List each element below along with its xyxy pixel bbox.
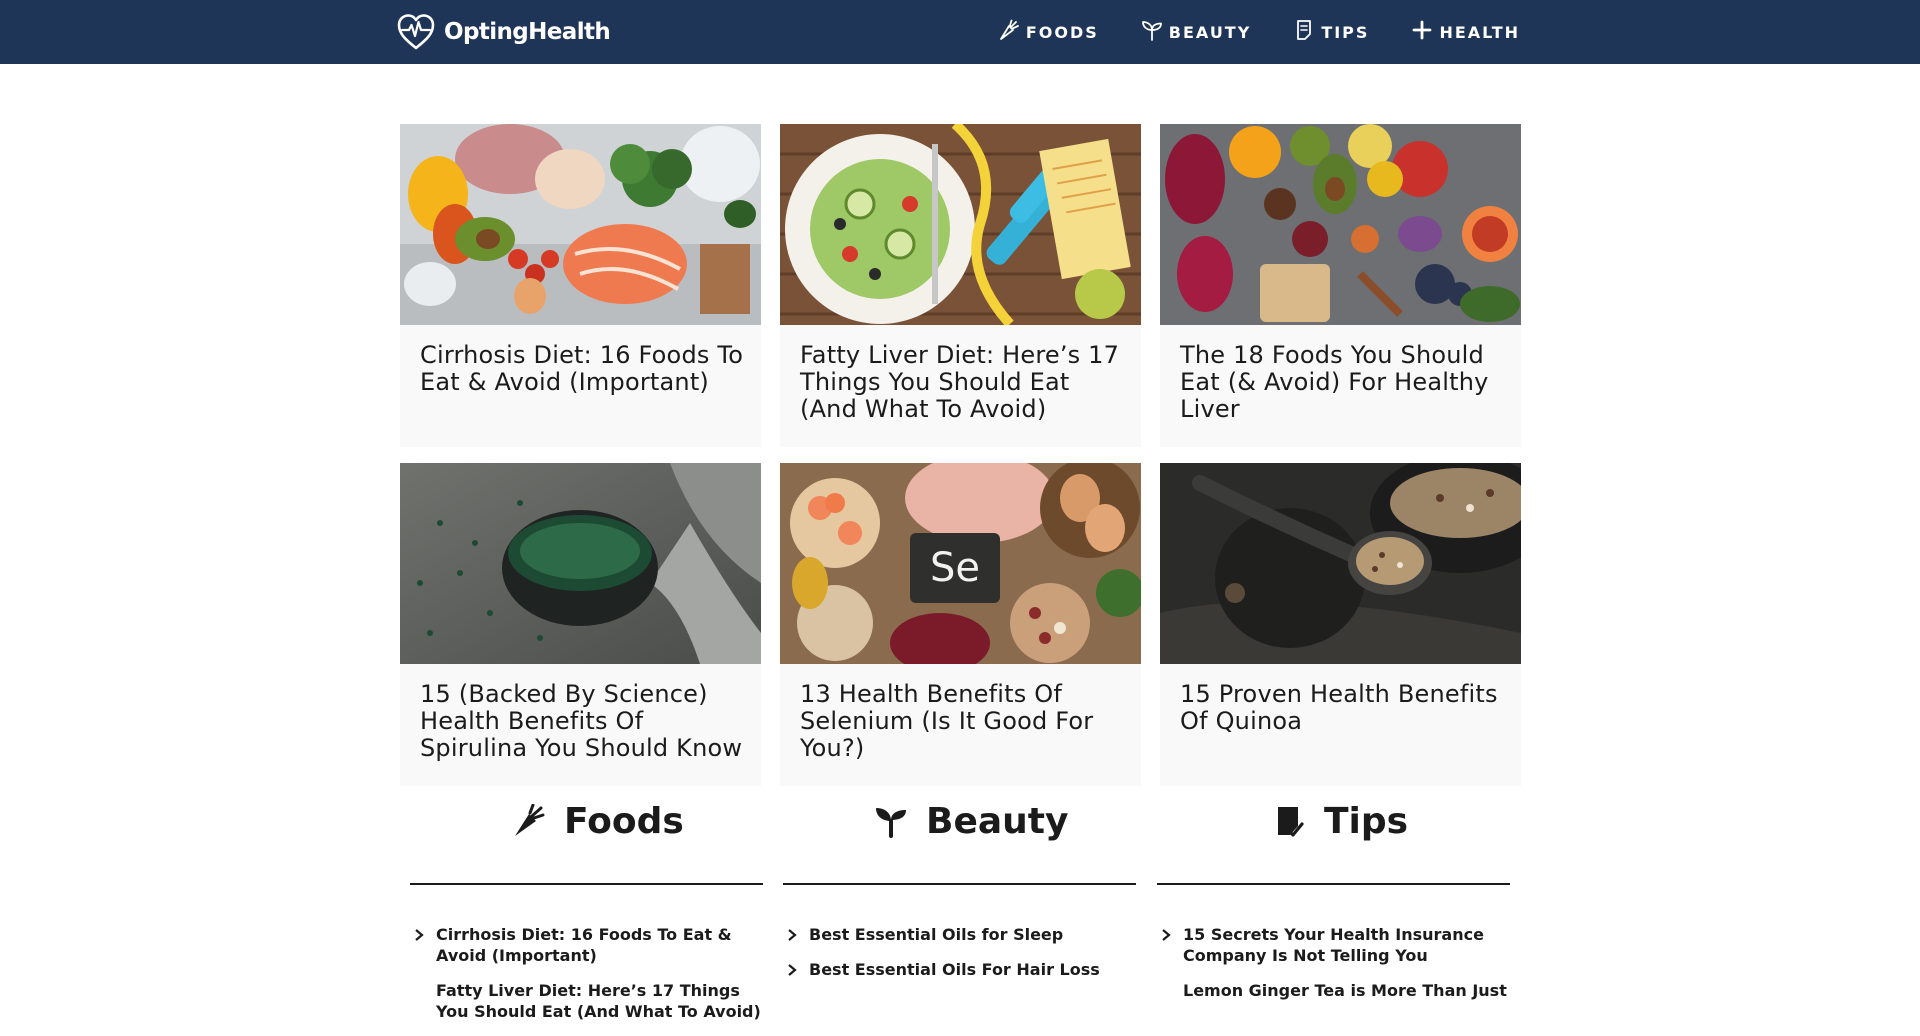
nav-label-health: HEALTH xyxy=(1439,22,1520,42)
nav-label-foods: FOODS xyxy=(1025,22,1099,42)
category-link-text: Cirrhosis Diet: 16 Foods To Eat & Avoid … xyxy=(436,925,732,965)
category-heading-beauty[interactable]: Beauty xyxy=(874,796,1068,846)
nav-item-health[interactable]: HEALTH xyxy=(1411,14,1520,46)
quinoa-spoon-photo xyxy=(1160,463,1521,664)
nav-item-foods[interactable]: FOODS xyxy=(998,14,1099,46)
category-link[interactable]: Best Essential Oils for Sleep xyxy=(783,924,1136,945)
category-list-beauty: Best Essential Oils for Sleep Best Essen… xyxy=(783,924,1136,994)
category-link-text: Lemon Ginger Tea is More Than Just xyxy=(1183,981,1507,1000)
card-title: 15 Proven Health Benefits Of Quinoa xyxy=(1180,680,1498,735)
category-link-text: Best Essential Oils for Sleep xyxy=(809,925,1064,944)
article-card[interactable]: Cirrhosis Diet: 16 Foods To Eat & Avoid … xyxy=(400,124,761,447)
brand-name: OptingHealth xyxy=(444,19,611,45)
plus-icon xyxy=(1413,20,1432,40)
food-spread-photo xyxy=(400,124,761,325)
card-title: Cirrhosis Diet: 16 Foods To Eat & Avoid … xyxy=(420,341,744,396)
category-link[interactable]: Fatty Liver Diet: Here’s 17 Things You S… xyxy=(410,980,763,1022)
article-card[interactable]: 15 Proven Health Benefits Of Quinoa xyxy=(1160,463,1521,786)
category-divider xyxy=(1157,883,1510,885)
salad-dumbbell-photo xyxy=(780,124,1141,325)
category-title-tips: Tips xyxy=(1324,800,1409,842)
nav-item-beauty[interactable]: BEAUTY xyxy=(1141,14,1252,46)
category-link-text: 15 Secrets Your Health Insurance Company… xyxy=(1183,925,1484,965)
category-link[interactable]: Cirrhosis Diet: 16 Foods To Eat & Avoid … xyxy=(410,924,763,966)
chevron-right-icon xyxy=(788,929,797,941)
selenium-foods-photo: Se xyxy=(780,463,1141,664)
site-logo[interactable]: OptingHealth xyxy=(396,13,611,51)
category-link-text: Best Essential Oils For Hair Loss xyxy=(809,960,1100,979)
category-heading-tips[interactable]: Tips xyxy=(1272,796,1408,846)
category-divider xyxy=(783,883,1136,885)
spirulina-bowl-photo xyxy=(400,463,761,664)
category-link[interactable]: Best Essential Oils For Hair Loss xyxy=(783,959,1136,980)
notepad-icon xyxy=(1297,20,1312,40)
sprout-icon xyxy=(876,808,906,838)
healthy-liver-foods-photo xyxy=(1160,124,1521,325)
main-nav: FOODS BEAUTY TIPS HEALTH xyxy=(998,14,1520,46)
heart-pulse-icon xyxy=(397,14,435,50)
card-title: 15 (Backed By Science) Health Benefits O… xyxy=(420,680,743,762)
sprout-icon xyxy=(1141,21,1162,41)
article-card[interactable]: Se 13 Health Benefits Of Selenium (Is It… xyxy=(780,463,1141,786)
nav-label-beauty: BEAUTY xyxy=(1168,22,1252,42)
card-title: The 18 Foods You Should Eat (& Avoid) Fo… xyxy=(1180,341,1489,423)
nav-item-tips[interactable]: TIPS xyxy=(1293,14,1369,46)
chevron-right-icon xyxy=(788,964,797,976)
selenium-chalk-label: Se xyxy=(930,545,980,591)
category-list-tips: 15 Secrets Your Health Insurance Company… xyxy=(1157,924,1510,1015)
card-title: Fatty Liver Diet: Here’s 17 Things You S… xyxy=(800,341,1120,423)
category-heading-foods[interactable]: Foods xyxy=(512,796,684,846)
article-card[interactable]: Fatty Liver Diet: Here’s 17 Things You S… xyxy=(780,124,1141,447)
category-link[interactable]: Lemon Ginger Tea is More Than Just xyxy=(1157,980,1510,1001)
chevron-right-icon xyxy=(415,929,424,941)
notepad-check-icon xyxy=(1278,807,1304,837)
nav-label-tips: TIPS xyxy=(1321,22,1370,42)
category-link[interactable]: 15 Secrets Your Health Insurance Company… xyxy=(1157,924,1510,966)
card-title: 13 Health Benefits Of Selenium (Is It Go… xyxy=(800,680,1094,762)
category-link-text: Fatty Liver Diet: Here’s 17 Things You S… xyxy=(436,981,761,1021)
category-list-foods: Cirrhosis Diet: 16 Foods To Eat & Avoid … xyxy=(410,924,763,1036)
site-header: OptingHealth FOODS BEAUTY TIPS HEALTH xyxy=(0,0,1920,64)
category-title-beauty: Beauty xyxy=(926,800,1069,842)
category-title-foods: Foods xyxy=(564,800,684,842)
carrot-icon xyxy=(515,804,545,836)
article-card[interactable]: 15 (Backed By Science) Health Benefits O… xyxy=(400,463,761,786)
category-divider xyxy=(410,883,763,885)
chevron-right-icon xyxy=(1162,929,1171,941)
article-card[interactable]: The 18 Foods You Should Eat (& Avoid) Fo… xyxy=(1160,124,1521,447)
carrot-icon xyxy=(999,19,1019,40)
